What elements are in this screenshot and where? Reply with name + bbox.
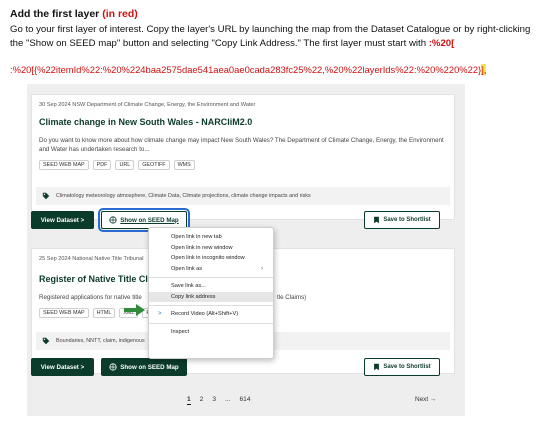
menu-item-label: Open link in new tab	[171, 234, 222, 241]
menu-item-open-new-tab[interactable]: Open link in new tab	[149, 232, 273, 243]
page-link-current[interactable]: 1	[187, 396, 191, 405]
page-link[interactable]: 614	[240, 396, 251, 405]
format-tag: SEED WEB MAP	[39, 308, 89, 318]
format-tag: WMS	[173, 160, 195, 170]
menu-item-label: Open link in new window	[171, 244, 233, 251]
menu-item-inspect[interactable]: Inspect	[149, 327, 273, 338]
page-ellipsis: ...	[225, 396, 231, 403]
instruction-title-note: (in red)	[102, 8, 138, 20]
example-url: :%20[{%22itemId%22:%20%224baa2575dae541a…	[10, 64, 487, 75]
view-dataset-button[interactable]: View Dataset >	[31, 211, 94, 229]
show-on-seed-map-label: Show on SEED Map	[120, 363, 179, 371]
show-on-seed-map-button[interactable]: Show on SEED Map	[101, 358, 187, 376]
pagination: 1 2 3 ... 614	[187, 396, 251, 405]
save-to-shortlist-label: Save to Shortlist	[383, 364, 431, 370]
format-tags: SEED WEB MAP PDF URL GEOTIFF WMS	[39, 160, 195, 170]
card-title[interactable]: Register of Native Title Clai	[39, 274, 155, 284]
record-extension-icon: >	[158, 311, 162, 318]
menu-item-record-video[interactable]: > Record Video (Alt+Shift+V)	[149, 309, 273, 320]
menu-item-label: Inspect	[171, 328, 190, 335]
view-dataset-label: View Dataset >	[40, 216, 85, 224]
format-tag: GEOTIFF	[138, 160, 170, 170]
card-description-text: Registered applications for native title	[39, 294, 142, 301]
menu-separator	[149, 322, 273, 324]
instruction-body: Go to your first layer of interest. Copy…	[10, 23, 532, 50]
instruction-title: Add the first layer (in red)	[10, 8, 532, 20]
menu-item-label: Record Video (Alt+Shift+V)	[171, 311, 239, 318]
dataset-card: 30 Sep 2024 NSW Department of Climate Ch…	[31, 94, 455, 220]
tag-icon	[42, 192, 50, 200]
format-tag: HTML	[92, 308, 116, 318]
save-to-shortlist-button[interactable]: Save to Shortlist	[364, 211, 440, 229]
next-page-link[interactable]: Next →	[415, 396, 436, 403]
page-link[interactable]: 2	[200, 396, 204, 405]
globe-icon	[109, 363, 117, 371]
menu-item-label: Save link as...	[171, 283, 206, 290]
instruction-title-text: Add the first layer	[10, 8, 100, 20]
format-tag: PDF	[92, 160, 112, 170]
keywords-bar: Climatology meteorology atmosphere, Clim…	[36, 187, 450, 205]
instruction-block: Add the first layer (in red) Go to your …	[10, 8, 532, 50]
save-to-shortlist-label: Save to Shortlist	[383, 217, 431, 223]
view-dataset-label: View Dataset >	[40, 363, 85, 371]
card-description: Do you want to know more about how clima…	[39, 137, 444, 153]
example-url-highlight: ],	[481, 64, 487, 75]
menu-item-open-new-window[interactable]: Open link in new window	[149, 243, 273, 254]
format-tag: SEED WEB MAP	[39, 160, 89, 170]
card-meta: 25 Sep 2024 National Native Title Tribun…	[39, 256, 144, 262]
card-description-tail: tle Claims)	[277, 294, 307, 301]
pointing-hand-icon	[124, 304, 145, 316]
keywords-text: Boundaries, NNTT, claim, indigenous	[56, 338, 145, 344]
menu-item-open-link-as[interactable]: Open link as ›	[149, 264, 273, 275]
example-url-text: :%20[{%22itemId%22:%20%224baa2575dae541a…	[10, 64, 482, 75]
page-link[interactable]: 3	[212, 396, 216, 405]
menu-item-label: Open link in incognito window	[171, 255, 245, 262]
keywords-text: Climatology meteorology atmosphere, Clim…	[56, 193, 311, 199]
menu-item-label: Copy link address	[171, 293, 216, 300]
save-to-shortlist-button[interactable]: Save to Shortlist	[364, 358, 440, 376]
menu-item-open-incognito[interactable]: Open link in incognito window	[149, 253, 273, 264]
menu-item-label: Open link as	[171, 265, 203, 272]
view-dataset-button[interactable]: View Dataset >	[31, 358, 94, 376]
globe-icon	[109, 216, 117, 224]
instruction-code: :%20[	[428, 37, 455, 49]
tag-icon	[42, 337, 50, 345]
menu-item-copy-link-address[interactable]: Copy link address	[149, 291, 273, 302]
menu-separator	[149, 277, 273, 278]
card-meta: 30 Sep 2024 NSW Department of Climate Ch…	[39, 102, 256, 108]
card-title[interactable]: Climate change in New South Wales - NARC…	[39, 117, 252, 127]
menu-item-save-link-as[interactable]: Save link as...	[149, 281, 273, 292]
format-tag: URL	[115, 160, 135, 170]
chevron-right-icon: ›	[261, 265, 263, 272]
context-menu: Open link in new tab Open link in new wi…	[148, 227, 274, 359]
bookmark-icon	[374, 216, 380, 224]
bookmark-icon	[374, 363, 380, 371]
menu-separator	[149, 305, 273, 306]
show-on-seed-map-label: Show on SEED Map	[120, 216, 179, 224]
